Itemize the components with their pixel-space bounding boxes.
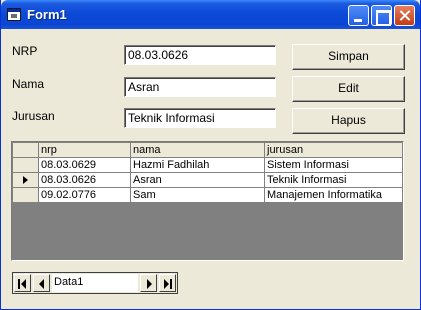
- edit-button[interactable]: Edit: [292, 76, 405, 102]
- cell-nrp[interactable]: 08.03.0629: [38, 157, 131, 173]
- data-grid[interactable]: nrp nama jurusan 08.03.0629 Hazmi Fadhil…: [11, 141, 404, 261]
- table-row[interactable]: 08.03.0629 Hazmi Fadhilah Sistem Informa…: [12, 157, 403, 173]
- grid-corner: [12, 142, 39, 158]
- nrp-label: NRP: [12, 44, 38, 58]
- title-bar[interactable]: Form1: [1, 0, 420, 29]
- cell-jurusan[interactable]: Manajemen Informatika: [264, 187, 403, 203]
- first-bar-icon: [18, 279, 20, 289]
- form-window-icon: [7, 8, 21, 21]
- simpan-button[interactable]: Simpan: [292, 44, 405, 70]
- minimize-button[interactable]: [348, 5, 369, 26]
- row-selector[interactable]: [12, 172, 39, 188]
- row-pointer-icon: [23, 175, 28, 184]
- cell-nama[interactable]: Sam: [130, 187, 265, 203]
- data-control-caption: Data1: [52, 274, 138, 292]
- jurusan-label: Jurusan: [12, 109, 55, 123]
- last-bar-icon: [170, 279, 172, 289]
- row-selector[interactable]: [12, 187, 39, 203]
- table-row[interactable]: 08.03.0626 Asran Teknik Informasi: [12, 172, 403, 188]
- nrp-field[interactable]: 08.03.0626: [124, 45, 276, 65]
- cell-nama[interactable]: Asran: [130, 172, 265, 188]
- column-header-jurusan[interactable]: jurusan: [264, 142, 403, 158]
- move-next-button[interactable]: [140, 274, 157, 292]
- table-row[interactable]: 09.02.0776 Sam Manajemen Informatika: [12, 187, 403, 203]
- nama-label: Nama: [12, 77, 45, 91]
- move-first-icon: [21, 279, 26, 289]
- column-header-nrp[interactable]: nrp: [38, 142, 131, 158]
- move-previous-button[interactable]: [33, 274, 50, 292]
- nama-field[interactable]: Asran: [124, 77, 276, 97]
- form1-window: Form1 NRP 08.03.0626 Nama Asran Jurusan …: [0, 0, 421, 310]
- cell-jurusan[interactable]: Sistem Informasi: [264, 157, 403, 173]
- cell-nrp[interactable]: 09.02.0776: [38, 187, 131, 203]
- cell-nama[interactable]: Hazmi Fadhilah: [130, 157, 265, 173]
- maximize-button[interactable]: [371, 5, 392, 26]
- move-next-icon: [147, 279, 152, 289]
- data-control: Data1: [12, 272, 178, 294]
- close-button[interactable]: [394, 5, 415, 26]
- hapus-button[interactable]: Hapus: [292, 108, 405, 134]
- cell-jurusan[interactable]: Teknik Informasi: [264, 172, 403, 188]
- move-first-button[interactable]: [14, 274, 31, 292]
- move-last-button[interactable]: [159, 274, 176, 292]
- row-selector[interactable]: [12, 157, 39, 173]
- grid-table: nrp nama jurusan 08.03.0629 Hazmi Fadhil…: [12, 142, 403, 203]
- column-header-nama[interactable]: nama: [130, 142, 265, 158]
- cell-nrp[interactable]: 08.03.0626: [38, 172, 131, 188]
- grid-header-row: nrp nama jurusan: [12, 142, 403, 158]
- move-previous-icon: [39, 279, 44, 289]
- window-title: Form1: [27, 7, 67, 22]
- jurusan-field[interactable]: Teknik Informasi: [124, 108, 276, 128]
- move-last-icon: [164, 279, 169, 289]
